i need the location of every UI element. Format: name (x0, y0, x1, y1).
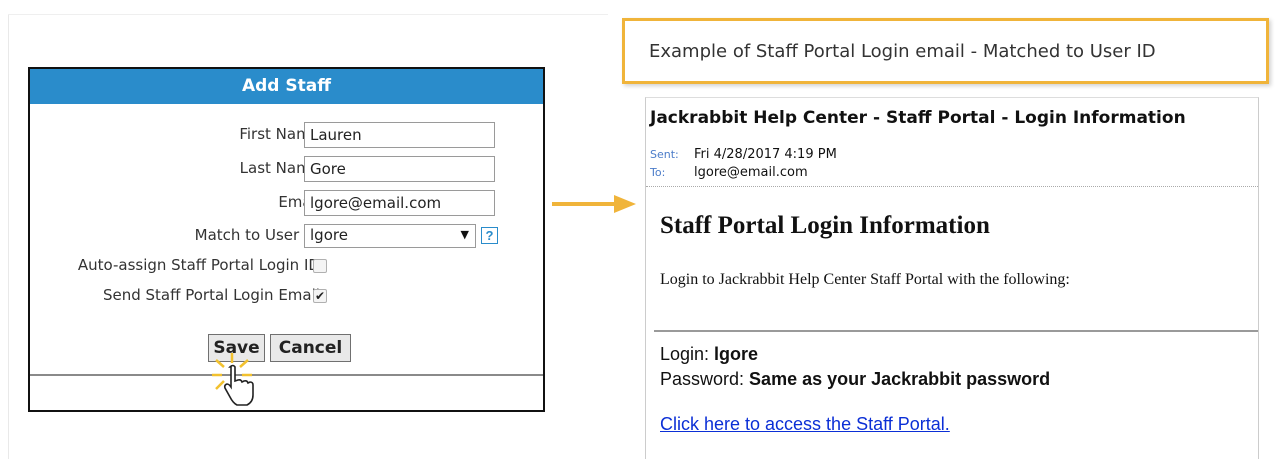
password-label: Password: (660, 369, 750, 389)
sent-label: Sent: (650, 148, 679, 161)
match-user-select[interactable]: lgore ▼ (304, 224, 476, 248)
dialog-title: Add Staff (30, 69, 543, 104)
password-line: Password: Same as your Jackrabbit passwo… (660, 369, 1050, 390)
content-divider (654, 330, 1258, 332)
auto-assign-label: Auto-assign Staff Portal Login ID: (77, 256, 325, 274)
dialog-divider (30, 374, 543, 376)
first-name-input[interactable] (304, 122, 495, 148)
send-email-checkbox[interactable]: ✔ (313, 289, 327, 303)
help-icon[interactable]: ? (481, 227, 498, 244)
click-cursor-icon (212, 353, 254, 406)
match-user-value: lgore (310, 226, 348, 244)
to-label: To: (650, 166, 666, 179)
add-staff-dialog: Add Staff First Name: Last Name: Email: … (28, 67, 545, 412)
email-heading: Staff Portal Login Information (660, 212, 990, 239)
to-value: lgore@email.com (694, 165, 808, 180)
frame-border-top (8, 14, 608, 15)
password-value: Same as your Jackrabbit password (749, 369, 1051, 389)
last-name-input[interactable] (304, 156, 495, 182)
send-email-label: Send Staff Portal Login Email: (102, 286, 325, 304)
arrow-icon (552, 195, 636, 213)
cancel-button[interactable]: Cancel (270, 334, 351, 362)
sent-value: Fri 4/28/2017 4:19 PM (694, 147, 837, 162)
email-input[interactable] (304, 190, 495, 216)
email-subject: Jackrabbit Help Center - Staff Portal - … (650, 108, 1186, 128)
auto-assign-checkbox[interactable] (313, 259, 327, 273)
email-preview: Jackrabbit Help Center - Staff Portal - … (645, 97, 1259, 459)
header-divider (646, 186, 1258, 187)
login-value: lgore (714, 344, 759, 364)
dropdown-arrow-icon: ▼ (460, 228, 469, 241)
email-body-text: Login to Jackrabbit Help Center Staff Po… (660, 271, 1070, 288)
login-line: Login: lgore (660, 344, 758, 365)
callout-box: Example of Staff Portal Login email - Ma… (622, 18, 1269, 84)
callout-text: Example of Staff Portal Login email - Ma… (649, 41, 1156, 62)
login-label: Login: (660, 344, 715, 364)
frame-border-left (8, 14, 9, 459)
staff-portal-link[interactable]: Click here to access the Staff Portal. (660, 414, 950, 435)
